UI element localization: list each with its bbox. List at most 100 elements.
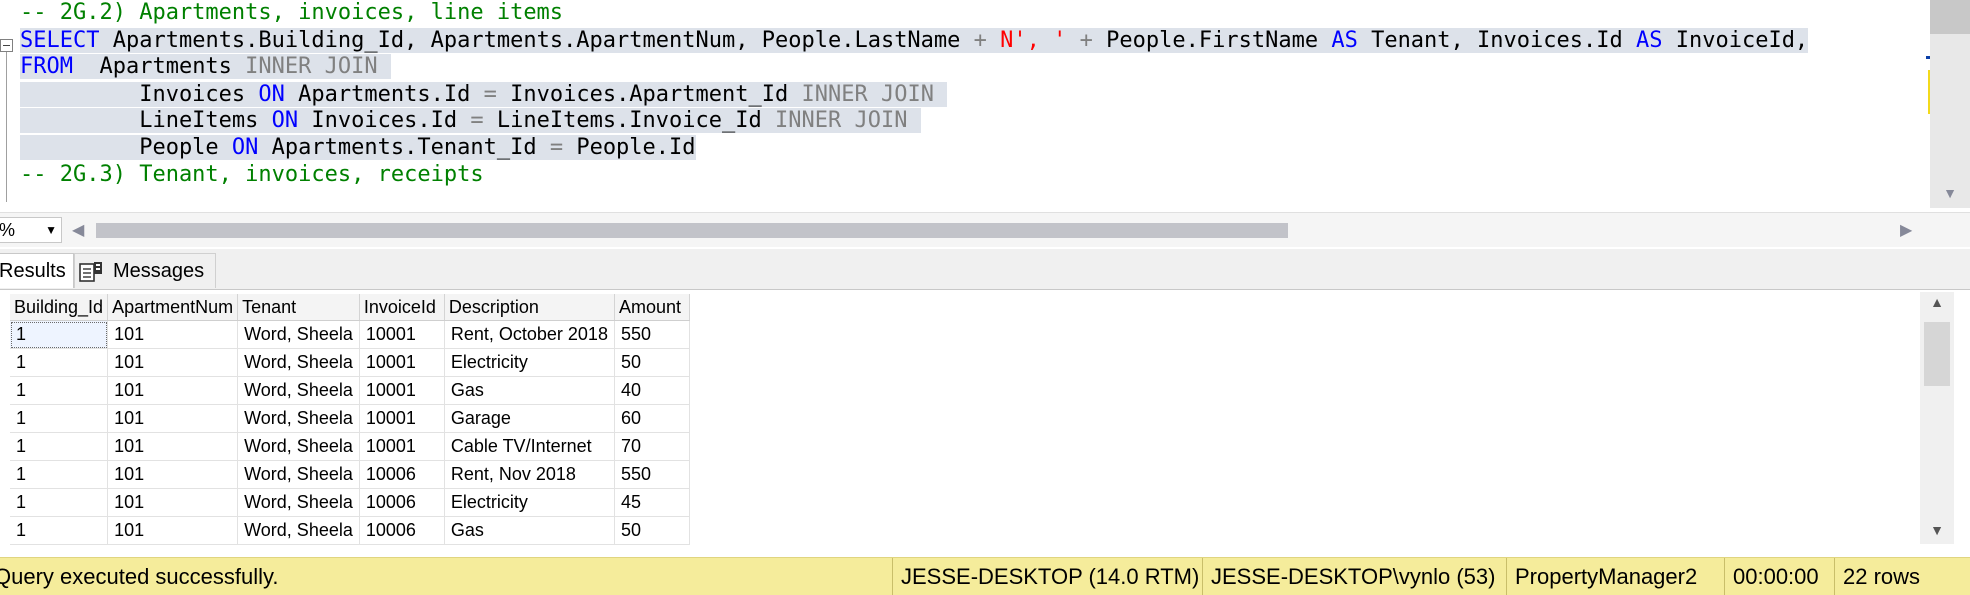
grid-header-row: Building_Id ApartmentNum Tenant InvoiceId De… xyxy=(10,294,690,321)
results-grid[interactable]: Building_Id ApartmentNum Tenant InvoiceId De… xyxy=(10,294,690,545)
query-editor[interactable]: -- 2G.2) Apartments, invoices, line item… xyxy=(0,0,1970,208)
grid-vscroll-thumb[interactable] xyxy=(1924,322,1950,386)
column-header[interactable]: Building_Id xyxy=(10,294,109,321)
table-cell[interactable]: 10001 xyxy=(359,432,445,461)
column-header[interactable]: InvoiceId xyxy=(359,294,445,321)
tab-messages[interactable]: Messages xyxy=(74,253,216,288)
table-cell[interactable]: Word, Sheela xyxy=(237,320,360,349)
column-header[interactable]: Description xyxy=(444,294,615,321)
table-cell[interactable]: Rent, Nov 2018 xyxy=(444,460,615,489)
table-cell[interactable]: 1 xyxy=(10,320,109,349)
code-token: Tenant, Invoices.Id xyxy=(1357,28,1636,53)
table-cell[interactable]: 1 xyxy=(10,516,109,545)
table-cell[interactable]: Gas xyxy=(444,516,615,545)
table-cell[interactable]: Word, Sheela xyxy=(237,348,360,377)
table-cell[interactable]: 101 xyxy=(107,320,239,349)
table-cell[interactable]: Word, Sheela xyxy=(237,376,360,405)
scroll-left-arrow-icon[interactable]: ◀ xyxy=(72,220,84,240)
table-cell[interactable]: 101 xyxy=(107,376,239,405)
column-header[interactable]: ApartmentNum xyxy=(107,294,239,321)
table-cell[interactable]: Word, Sheela xyxy=(237,516,360,545)
zoom-value: % xyxy=(0,220,16,240)
table-row[interactable]: 1 101 Word, Sheela 10001 Garage 60 xyxy=(10,404,690,433)
table-cell[interactable]: 101 xyxy=(107,404,239,433)
table-cell[interactable]: 70 xyxy=(614,432,690,461)
table-cell[interactable]: 1 xyxy=(10,432,109,461)
tab-results[interactable]: Results xyxy=(0,253,74,288)
table-row[interactable]: 1 101 Word, Sheela 10001 Gas 40 xyxy=(10,376,690,405)
table-cell[interactable]: 10001 xyxy=(359,320,445,349)
horizontal-scroll-thumb[interactable] xyxy=(96,223,1288,238)
table-row[interactable]: 1 101 Word, Sheela 10001 Rent, October 2018 5… xyxy=(10,320,690,349)
table-cell[interactable]: 550 xyxy=(614,320,690,349)
scroll-down-arrow-icon[interactable]: ▼ xyxy=(1938,185,1962,201)
table-cell[interactable]: 10006 xyxy=(359,516,445,545)
table-cell[interactable]: Word, Sheela xyxy=(237,404,360,433)
table-row[interactable]: 1 101 Word, Sheela 10006 Gas 50 xyxy=(10,516,690,545)
table-cell[interactable]: 50 xyxy=(614,348,690,377)
table-cell[interactable]: Word, Sheela xyxy=(237,460,360,489)
table-cell[interactable]: 101 xyxy=(107,348,239,377)
code-token: = xyxy=(549,135,564,160)
table-cell[interactable]: 10006 xyxy=(359,488,445,517)
table-cell[interactable]: 1 xyxy=(10,488,109,517)
table-row[interactable]: 1 101 Word, Sheela 10006 Electricity 45 xyxy=(10,488,690,517)
table-cell[interactable]: 10001 xyxy=(359,348,445,377)
tab-results-label: Results xyxy=(0,260,66,282)
scroll-down-arrow-icon[interactable]: ▼ xyxy=(1920,522,1954,538)
table-cell[interactable]: Electricity xyxy=(444,488,615,517)
status-bar: Query executed successfully. JESSE-DESKT… xyxy=(0,557,1970,595)
table-cell[interactable]: Word, Sheela xyxy=(237,432,360,461)
zoom-select[interactable]: % ▼ xyxy=(0,217,62,243)
code-token: InvoiceId, xyxy=(1662,28,1809,53)
column-header[interactable]: Amount xyxy=(614,294,690,321)
editor-vertical-scrollbar[interactable]: ▼ xyxy=(1930,0,1970,208)
code-token: People xyxy=(20,135,232,160)
table-row[interactable]: 1 101 Word, Sheela 10001 Cable TV/Internet 70 xyxy=(10,432,690,461)
code-token: Apartments.Tenant_Id xyxy=(258,135,550,160)
table-cell[interactable]: 50 xyxy=(614,516,690,545)
table-row[interactable]: 1 101 Word, Sheela 10001 Electricity 50 xyxy=(10,348,690,377)
code-token: -- 2G.3) Tenant, invoices, receipts xyxy=(20,162,484,187)
code-token: INNER JOIN xyxy=(775,108,921,133)
table-cell[interactable]: Garage xyxy=(444,404,615,433)
table-cell[interactable]: 60 xyxy=(614,404,690,433)
table-row[interactable]: 1 101 Word, Sheela 10006 Rent, Nov 2018 550 xyxy=(10,460,690,489)
table-cell[interactable]: Electricity xyxy=(444,348,615,377)
table-cell[interactable]: Gas xyxy=(444,376,615,405)
table-cell[interactable]: 101 xyxy=(107,488,239,517)
table-cell[interactable]: Rent, October 2018 xyxy=(444,320,615,349)
code-token: ON xyxy=(271,108,299,133)
horizontal-scrollbar[interactable] xyxy=(96,223,1896,238)
grid-vertical-scrollbar[interactable]: ▲ ▼ xyxy=(1920,292,1954,544)
table-cell[interactable]: 550 xyxy=(614,460,690,489)
table-cell[interactable]: 1 xyxy=(10,348,109,377)
table-cell[interactable]: 101 xyxy=(107,516,239,545)
table-cell[interactable]: 1 xyxy=(10,460,109,489)
table-cell[interactable]: 101 xyxy=(107,460,239,489)
column-header[interactable]: Tenant xyxy=(237,294,360,321)
code-token: = xyxy=(470,108,484,133)
table-cell[interactable]: 1 xyxy=(10,376,109,405)
scroll-up-arrow-icon[interactable]: ▲ xyxy=(1920,294,1954,310)
editor-vscroll-thumb[interactable] xyxy=(1930,0,1970,34)
table-cell[interactable]: 10001 xyxy=(359,404,445,433)
code-token: Apartments xyxy=(72,54,246,79)
table-cell[interactable]: Cable TV/Internet xyxy=(444,432,615,461)
code-token: LineItems xyxy=(20,108,272,133)
scroll-right-arrow-icon[interactable]: ▶ xyxy=(1900,220,1912,240)
table-cell[interactable]: 1 xyxy=(10,404,109,433)
collapse-toggle[interactable] xyxy=(0,39,13,52)
messages-icon xyxy=(79,262,102,282)
table-cell[interactable]: 10001 xyxy=(359,376,445,405)
table-cell[interactable]: 10006 xyxy=(359,460,445,489)
status-login: JESSE-DESKTOP\vynlo (53) xyxy=(1202,558,1495,595)
status-row-count: 22 rows xyxy=(1834,558,1920,595)
code-token: People.Id xyxy=(563,135,696,160)
code-line[interactable]: -- 2G.3) Tenant, invoices, receipts xyxy=(20,158,484,192)
table-cell[interactable]: 40 xyxy=(614,376,690,405)
table-cell[interactable]: 101 xyxy=(107,432,239,461)
results-grid-area: Building_Id ApartmentNum Tenant InvoiceId De… xyxy=(0,290,1970,548)
table-cell[interactable]: Word, Sheela xyxy=(237,488,360,517)
table-cell[interactable]: 45 xyxy=(614,488,690,517)
